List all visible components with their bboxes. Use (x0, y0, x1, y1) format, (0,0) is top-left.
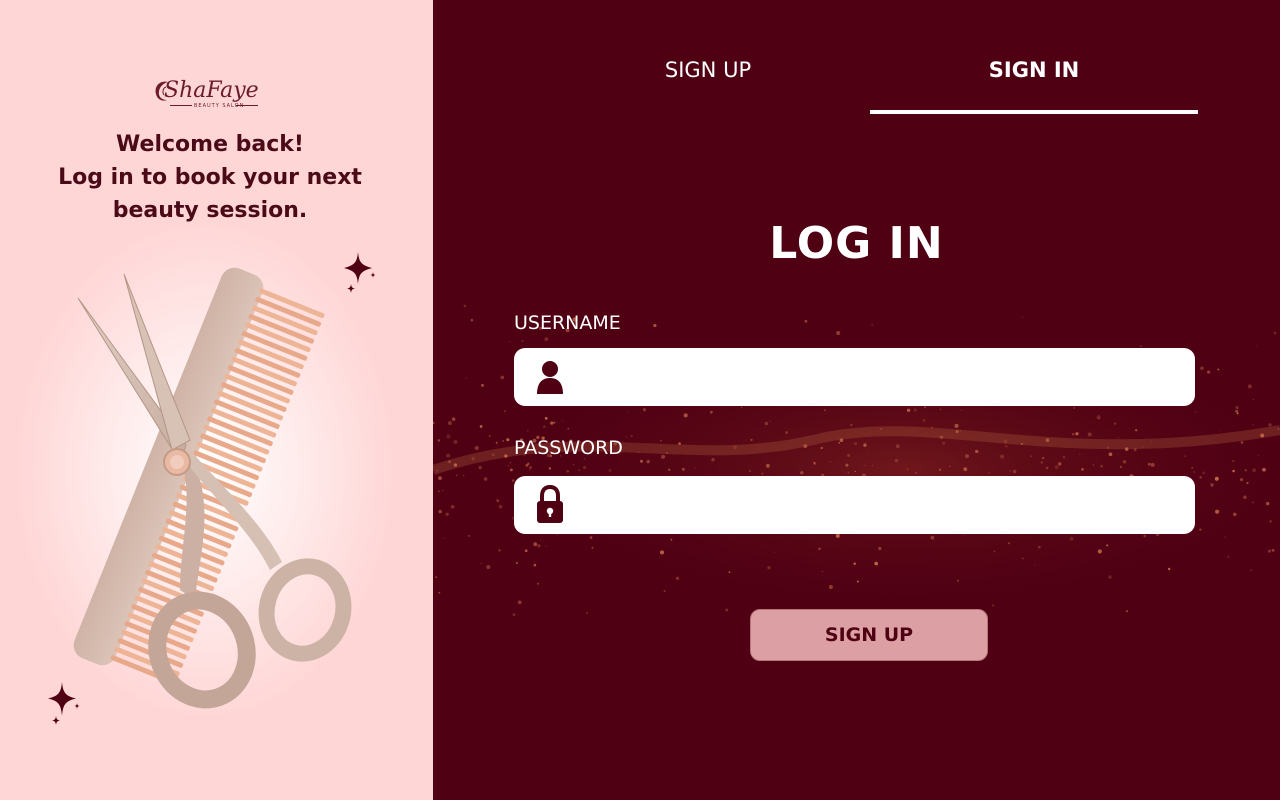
scissors-comb-illustration (73, 267, 352, 709)
username-input[interactable] (578, 348, 1182, 408)
right-panel: SIGN UP SIGN IN LOG IN USERNAME PASSWORD… (433, 0, 1280, 800)
tab-sign-in[interactable]: SIGN IN (870, 58, 1198, 114)
password-input[interactable] (578, 476, 1182, 536)
username-field-box[interactable] (514, 348, 1195, 408)
logo-text: ShaFaye (164, 78, 259, 103)
salon-logo: ShaFaye BEAUTY SALON (150, 76, 282, 112)
logo-divider (236, 105, 258, 106)
welcome-line-1: Welcome back! (116, 132, 304, 157)
tab-sign-up[interactable]: SIGN UP (583, 58, 833, 114)
welcome-line-3: beauty session. (112, 198, 308, 223)
logo-divider (170, 105, 192, 106)
user-icon (537, 361, 563, 394)
welcome-message: Welcome back! Log in to book your next b… (0, 128, 420, 227)
lock-icon (537, 484, 563, 523)
page-title: LOG IN (769, 218, 944, 269)
username-label: USERNAME (514, 312, 621, 334)
welcome-line-2: Log in to book your next (58, 165, 362, 190)
active-tab-indicator (870, 110, 1198, 114)
password-field-box[interactable] (514, 476, 1195, 536)
password-label: PASSWORD (514, 437, 623, 459)
left-panel: ShaFaye BEAUTY SALON Welcome back! Log i… (0, 0, 433, 800)
submit-button[interactable]: SIGN UP (750, 609, 988, 661)
logo-subtitle: BEAUTY SALON (194, 103, 245, 109)
